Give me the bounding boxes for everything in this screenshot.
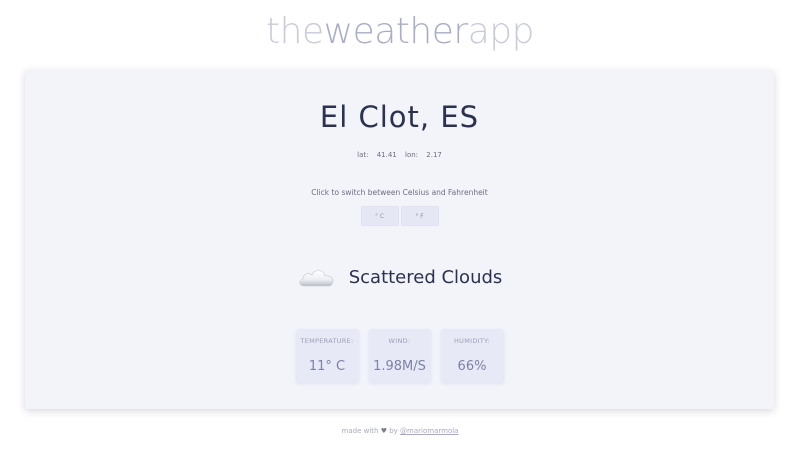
city-name: El Clot, ES [319, 100, 480, 134]
app-title-part-the: the [266, 11, 324, 52]
lat-value: 41.41 [376, 151, 397, 159]
lat-label: lat: [357, 151, 369, 159]
unit-switch-hint: Click to switch between Celsius and Fahr… [311, 188, 488, 197]
footer-by: by [389, 427, 398, 435]
stat-temperature: TEMPERATURE: 11° C [295, 329, 359, 383]
app-title-part-weather: weather [323, 11, 469, 52]
stat-label: WIND: [388, 337, 411, 345]
stat-humidity: HUMIDITY: 66% [440, 329, 504, 383]
author-link[interactable]: @mariomarmola [400, 427, 458, 435]
fahrenheit-button[interactable]: ° F [400, 206, 439, 226]
lon-label: lon: [405, 151, 419, 159]
lon-value: 2.17 [426, 151, 442, 159]
condition-text: Scattered Clouds [348, 266, 503, 288]
heart-icon: ♥ [380, 427, 387, 435]
weather-condition: Scattered Clouds [25, 264, 774, 290]
footer-made-with: made with [341, 427, 379, 435]
app-title: theweatherapp [0, 8, 800, 56]
coordinates: lat: 41.41 lon: 2.17 [25, 151, 774, 159]
unit-buttons: ° C ° F [25, 206, 774, 226]
stat-value: 1.98M/S [373, 359, 426, 374]
weather-card: El Clot, ES lat: 41.41 lon: 2.17 Click t… [25, 70, 774, 409]
cloud-icon [297, 264, 337, 290]
stat-label: TEMPERATURE: [300, 337, 354, 345]
stat-label: HUMIDITY: [453, 337, 491, 345]
weather-stats: TEMPERATURE: 11° C WIND: 1.98M/S HUMIDIT… [25, 329, 774, 383]
stat-value: 66% [457, 359, 487, 374]
app-title-part-app: app [467, 11, 535, 52]
footer: made with ♥ by @mariomarmola [0, 427, 800, 435]
celsius-button[interactable]: ° C [360, 206, 399, 226]
stat-wind: WIND: 1.98M/S [368, 329, 431, 383]
stat-value: 11° C [308, 359, 346, 374]
